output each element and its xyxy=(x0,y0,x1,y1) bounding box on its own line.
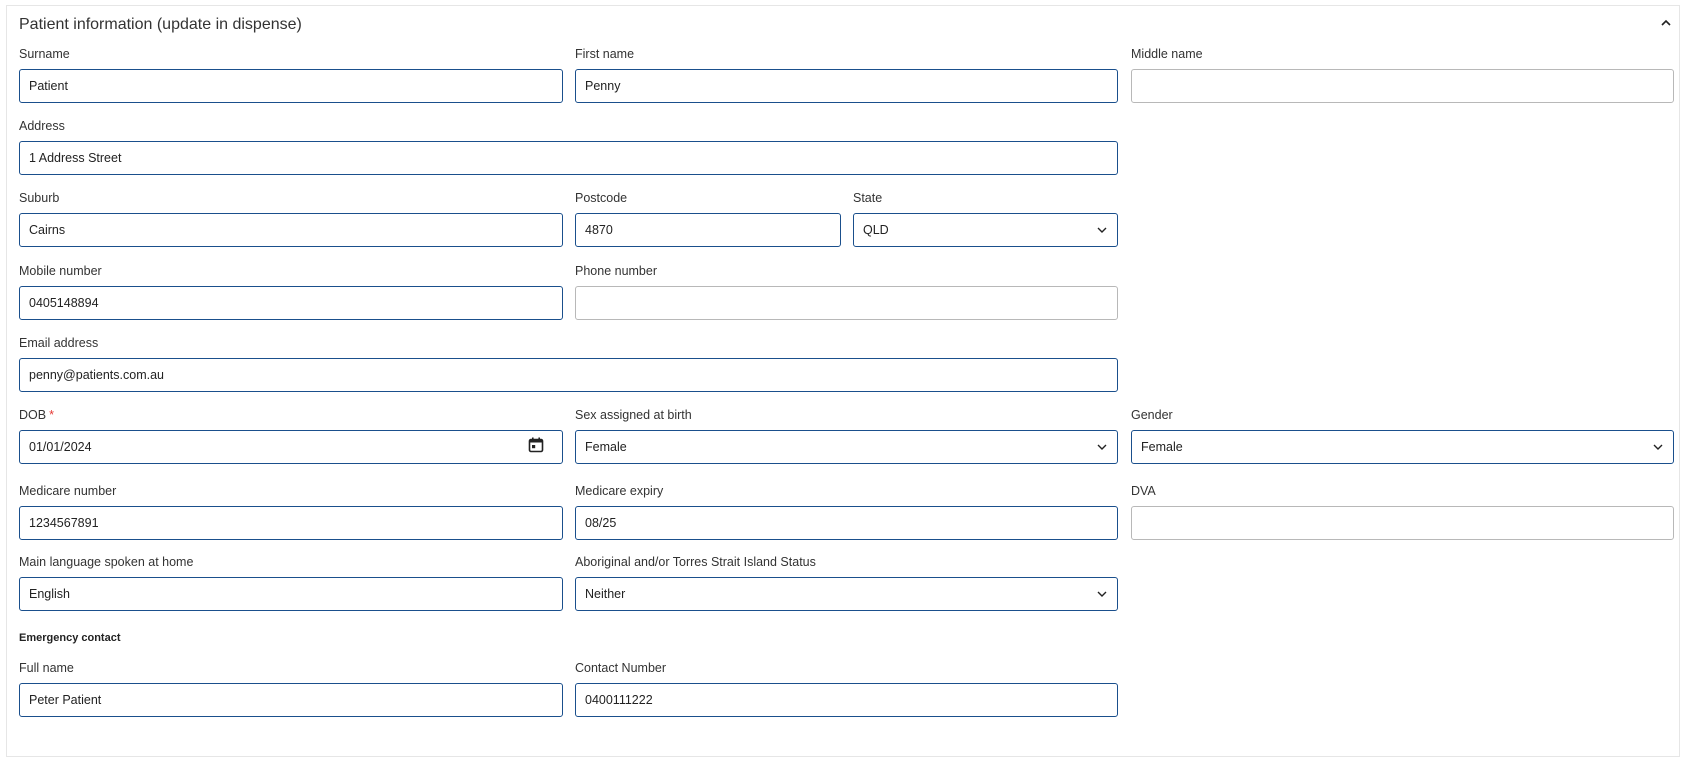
phone-label: Phone number xyxy=(575,264,658,278)
middle-name-label: Middle name xyxy=(1131,47,1203,61)
atsi-status-label: Aboriginal and/or Torres Strait Island S… xyxy=(575,555,816,569)
phone-input[interactable] xyxy=(575,286,1118,320)
address-input[interactable] xyxy=(19,141,1118,175)
chevron-down-icon xyxy=(1097,444,1107,450)
sex-at-birth-select[interactable]: Female xyxy=(575,430,1118,464)
medicare-number-input[interactable] xyxy=(19,506,563,540)
postcode-label: Postcode xyxy=(575,191,628,205)
full-name-label: Full name xyxy=(19,661,74,675)
chevron-down-icon xyxy=(1097,591,1107,597)
address-label: Address xyxy=(19,119,65,133)
mobile-label: Mobile number xyxy=(19,264,102,278)
contact-number-input[interactable] xyxy=(575,683,1118,717)
postcode-input[interactable] xyxy=(575,213,841,247)
state-label: State xyxy=(853,191,883,205)
surname-input[interactable] xyxy=(19,69,563,103)
language-input[interactable] xyxy=(19,577,563,611)
surname-label: Surname xyxy=(19,47,70,61)
dob-input[interactable] xyxy=(19,430,563,464)
medicare-number-label: Medicare number xyxy=(19,484,117,498)
contact-number-label: Contact Number xyxy=(575,661,667,675)
required-mark: * xyxy=(49,408,54,422)
sex-at-birth-value: Female xyxy=(585,440,627,454)
dob-label-text: DOB xyxy=(19,408,47,422)
mobile-input[interactable] xyxy=(19,286,563,320)
medicare-expiry-label: Medicare expiry xyxy=(575,484,664,498)
first-name-input[interactable] xyxy=(575,69,1118,103)
chevron-up-icon xyxy=(1661,19,1671,26)
suburb-input[interactable] xyxy=(19,213,563,247)
language-label: Main language spoken at home xyxy=(19,555,194,569)
atsi-status-select[interactable]: Neither xyxy=(575,577,1118,611)
calendar-icon[interactable] xyxy=(527,436,545,454)
state-select[interactable]: QLD xyxy=(853,213,1118,247)
dva-input[interactable] xyxy=(1131,506,1674,540)
dob-label: DOB * xyxy=(19,408,54,422)
panel-title: Patient information (update in dispense) xyxy=(19,16,302,33)
chevron-down-icon xyxy=(1653,444,1663,450)
suburb-label: Suburb xyxy=(19,191,60,205)
gender-select[interactable]: Female xyxy=(1131,430,1674,464)
full-name-input[interactable] xyxy=(19,683,563,717)
email-label: Email address xyxy=(19,336,99,350)
emergency-contact-heading: Emergency contact xyxy=(19,632,121,644)
atsi-status-value: Neither xyxy=(585,587,626,601)
medicare-expiry-input[interactable] xyxy=(575,506,1118,540)
first-name-label: First name xyxy=(575,47,635,61)
dva-label: DVA xyxy=(1131,484,1156,498)
gender-label: Gender xyxy=(1131,408,1173,422)
middle-name-input[interactable] xyxy=(1131,69,1674,103)
email-input[interactable] xyxy=(19,358,1118,392)
gender-value: Female xyxy=(1141,440,1183,454)
collapse-button[interactable] xyxy=(1656,13,1676,33)
sex-at-birth-label: Sex assigned at birth xyxy=(575,408,692,422)
state-value: QLD xyxy=(863,223,889,237)
chevron-down-icon xyxy=(1097,227,1107,233)
